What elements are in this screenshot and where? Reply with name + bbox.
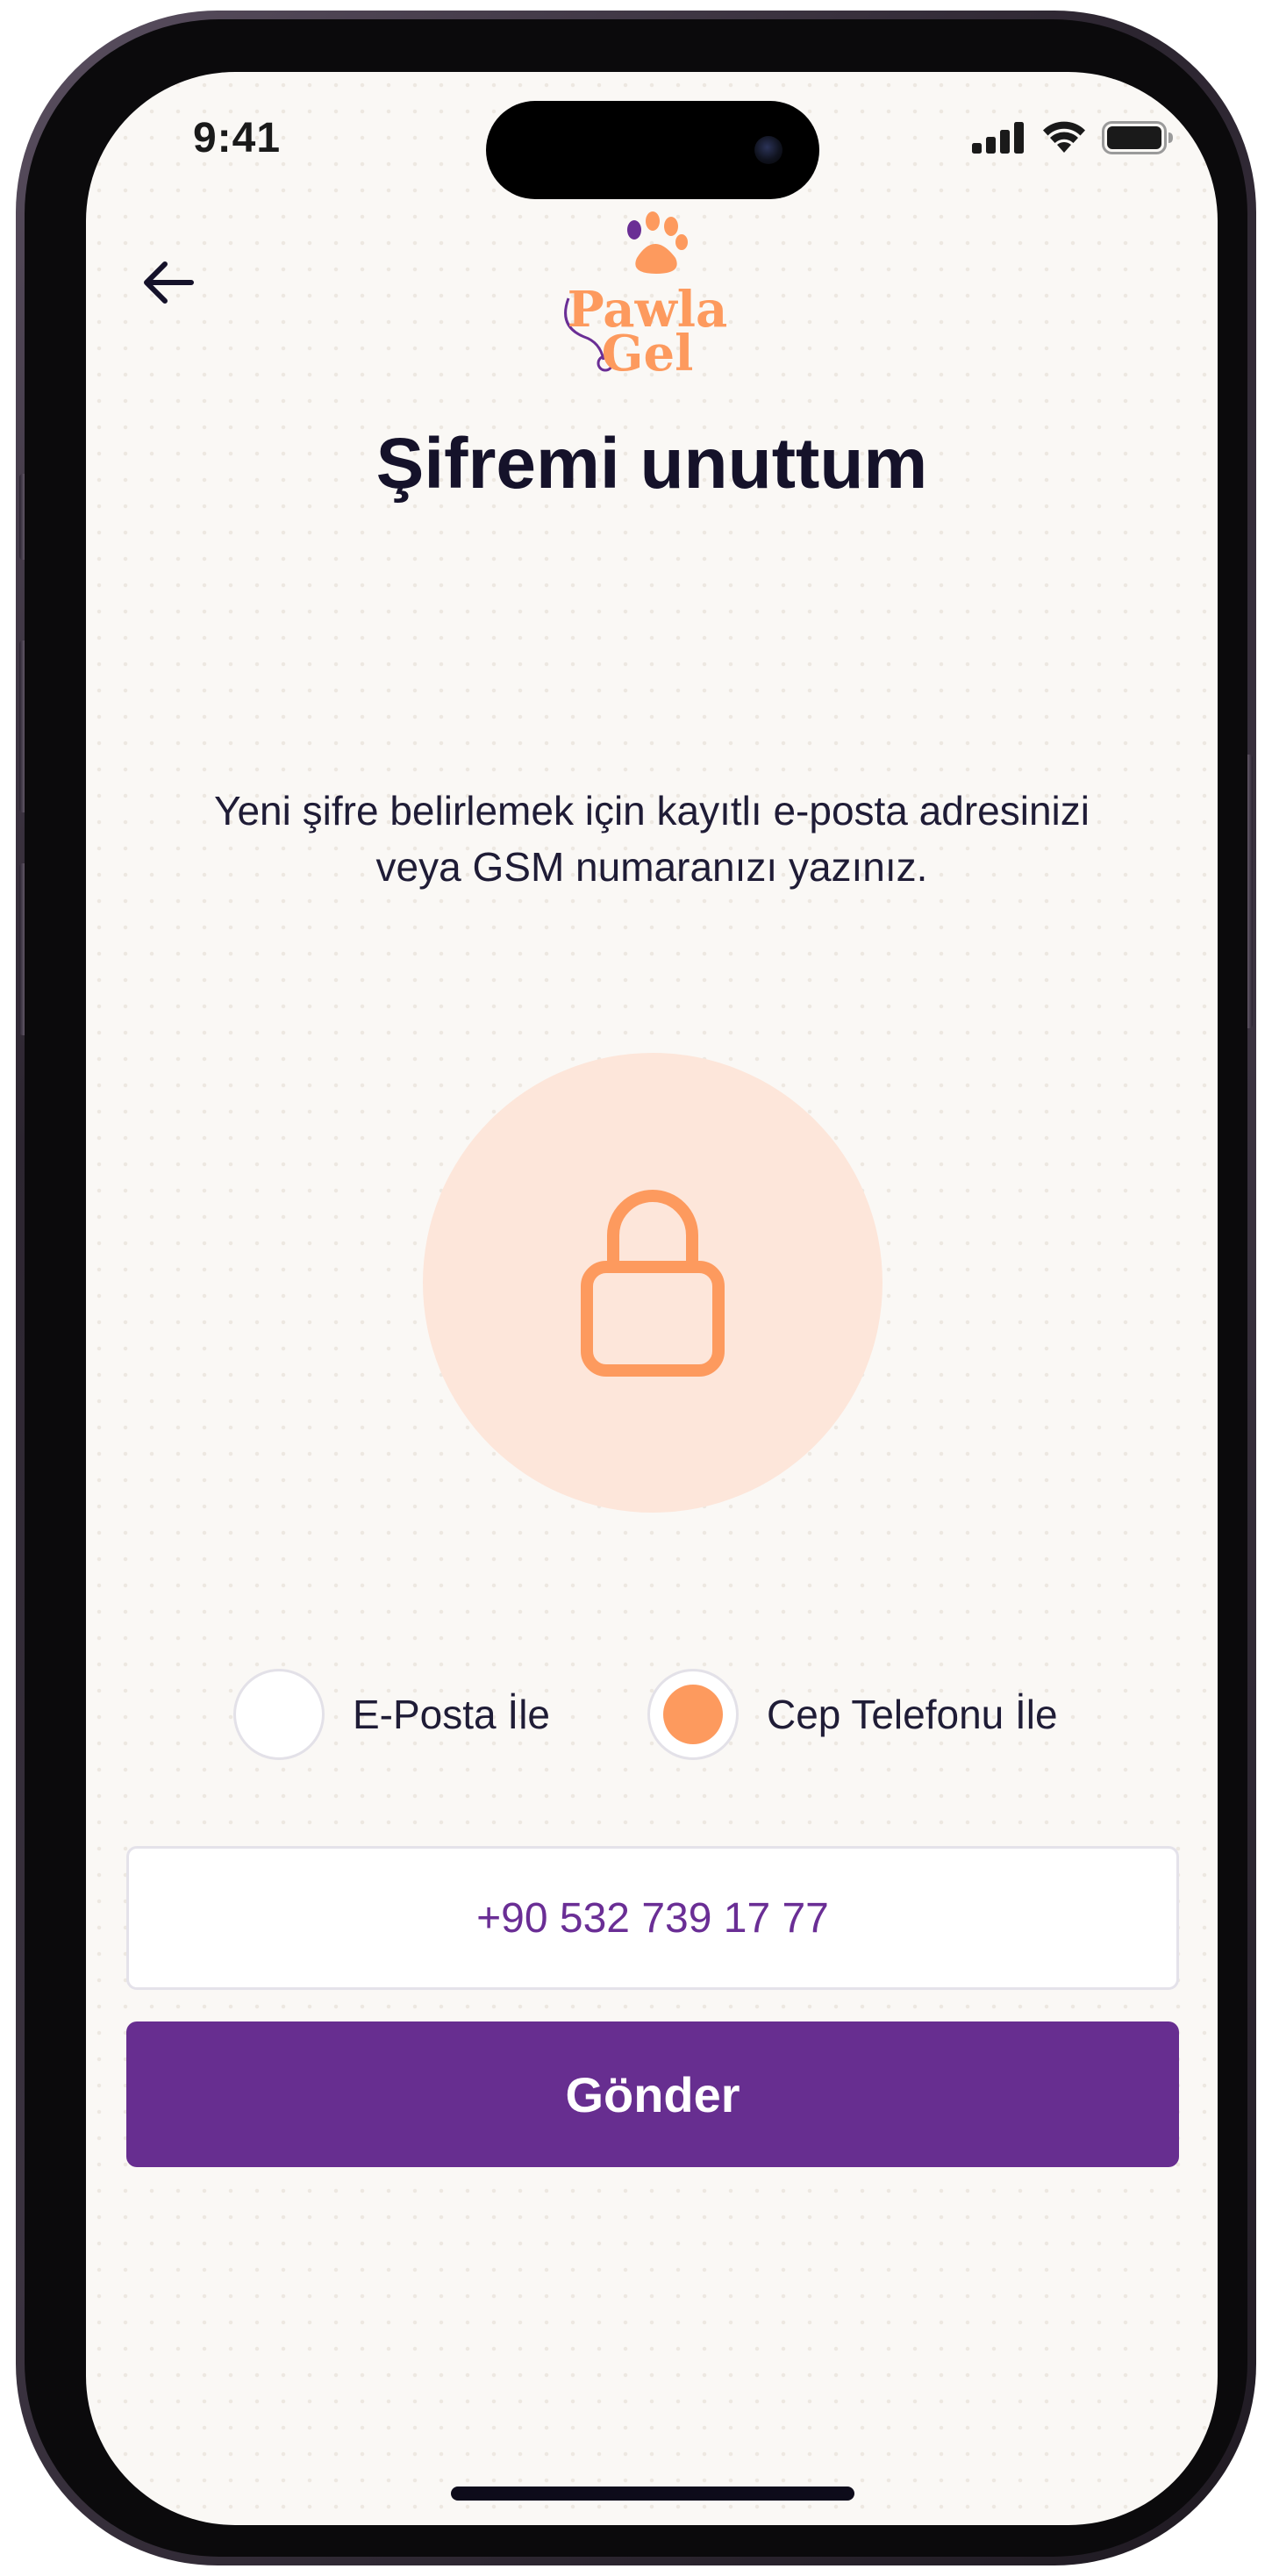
radio-selected-dot — [663, 1685, 723, 1744]
front-camera-icon — [754, 136, 782, 164]
phone-frame: 9:41 Pawla Gel Şifremi unuttum Yeni şifr… — [16, 11, 1256, 2565]
arrow-left-icon — [144, 261, 194, 304]
radio-email-option[interactable]: E-Posta İle — [233, 1669, 550, 1760]
radio-button-email[interactable] — [233, 1669, 325, 1760]
pawla-gel-logo: Pawla Gel — [564, 211, 727, 379]
wifi-icon — [1043, 121, 1085, 153]
screen: 9:41 Pawla Gel Şifremi unuttum Yeni şifr… — [86, 72, 1218, 2525]
radio-phone-label: Cep Telefonu İle — [767, 1692, 1058, 1737]
phone-number-input[interactable] — [126, 1846, 1179, 1990]
cellular-signal-icon — [972, 122, 1024, 154]
submit-button[interactable]: Gönder — [126, 2021, 1179, 2167]
home-indicator[interactable] — [451, 2487, 854, 2501]
instruction-text: Yeni şifre belirlemek için kayıtlı e-pos… — [214, 788, 1090, 890]
radio-email-label: E-Posta İle — [353, 1692, 550, 1737]
back-button[interactable] — [133, 247, 204, 318]
radio-phone-option[interactable]: Cep Telefonu İle — [647, 1669, 1058, 1760]
paw-print-icon — [627, 211, 688, 274]
logo-text-line2: Gel — [602, 325, 694, 379]
lock-icon — [581, 1190, 725, 1377]
dynamic-island — [486, 101, 819, 199]
lock-illustration — [423, 1053, 883, 1513]
radio-button-phone[interactable] — [647, 1669, 739, 1760]
battery-icon — [1102, 121, 1173, 154]
page-title: Şifremi unuttum — [375, 424, 928, 504]
status-time: 9:41 — [192, 115, 282, 161]
status-icons — [972, 121, 1174, 154]
